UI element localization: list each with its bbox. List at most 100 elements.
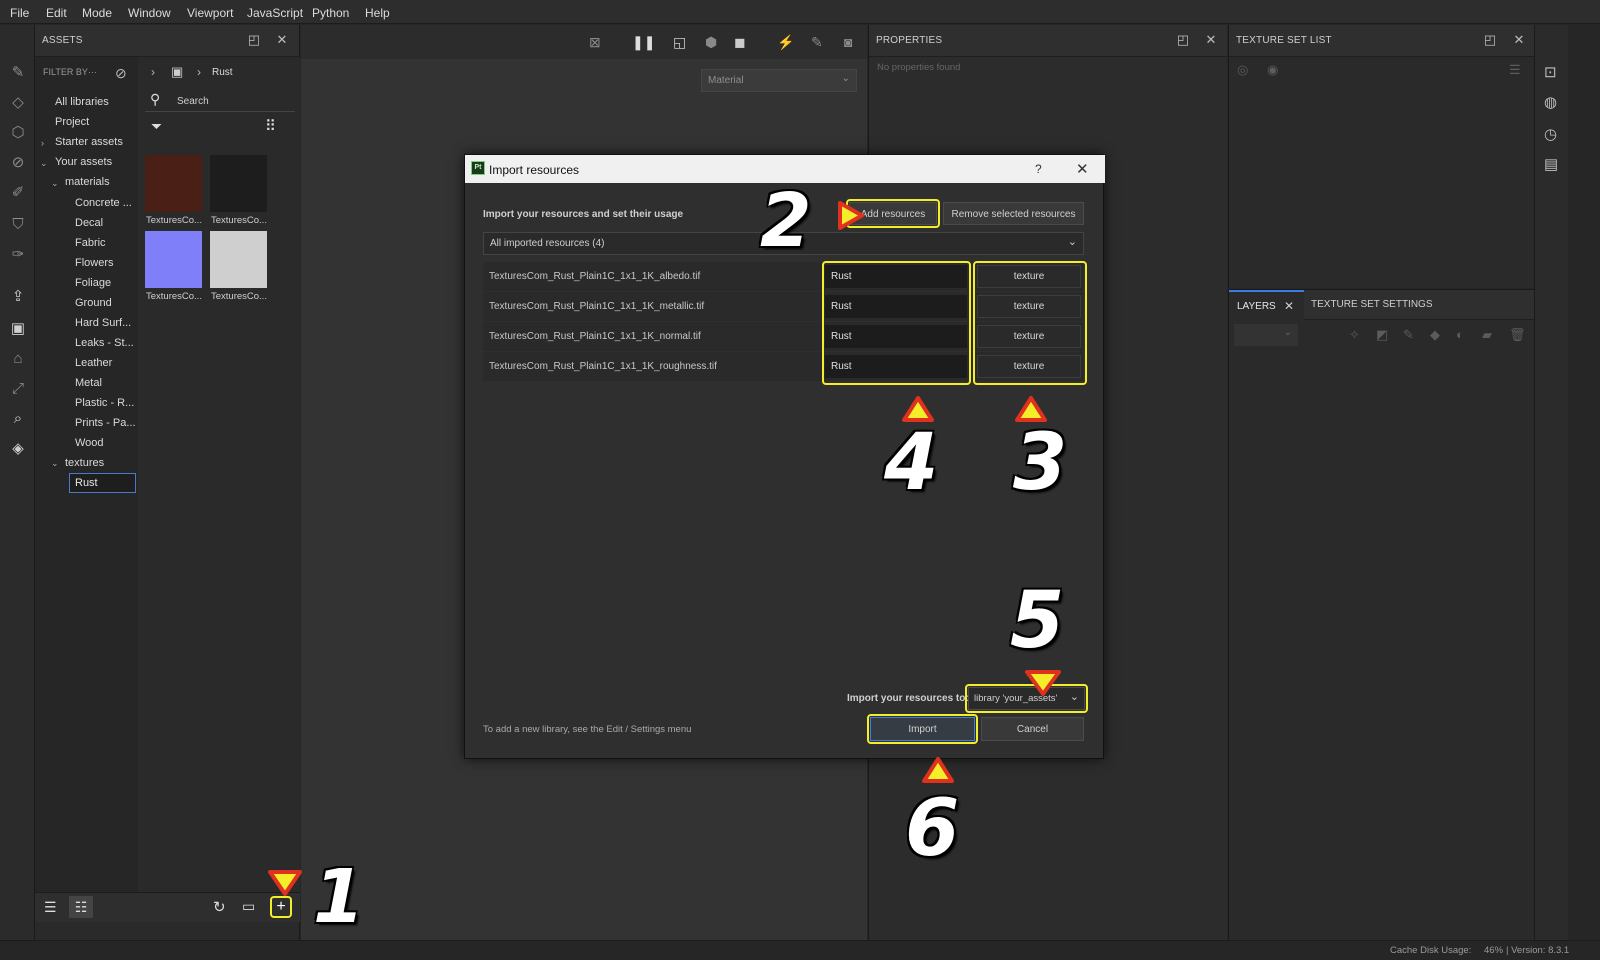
picker-icon[interactable]: ✑ <box>8 245 28 265</box>
chevron-down-icon[interactable]: ⌄ <box>51 458 59 469</box>
tree-all-libraries[interactable]: All libraries <box>55 96 109 108</box>
thumbnail-roughness[interactable] <box>210 231 267 288</box>
tree-textures[interactable]: textures <box>65 457 104 469</box>
paint-brush-icon[interactable]: ✎ <box>8 63 28 83</box>
tree-material-item[interactable]: Hard Surf... <box>75 317 131 329</box>
chevron-right-icon[interactable]: › <box>41 138 44 148</box>
tree-material-item[interactable]: Foliage <box>75 277 111 289</box>
help-button[interactable]: ? <box>1035 162 1042 176</box>
folder-icon[interactable]: ▣ <box>171 64 183 80</box>
close-icon[interactable]: ✕ <box>275 33 289 47</box>
close-icon[interactable]: ✕ <box>1076 160 1089 178</box>
menu-help[interactable]: Help <box>365 6 390 20</box>
trash-icon[interactable]: 🗑 <box>1509 327 1526 343</box>
tree-material-item[interactable]: Decal <box>75 217 103 229</box>
filter-label[interactable]: FILTER BY··· <box>43 67 97 77</box>
chevron-right-icon[interactable]: › <box>151 65 155 79</box>
import-plus-icon[interactable]: + <box>270 896 292 918</box>
tree-material-item[interactable]: Wood <box>75 437 104 449</box>
undock-icon[interactable]: ◰ <box>1176 33 1190 47</box>
tree-material-item[interactable]: Flowers <box>75 257 114 269</box>
symmetry-icon[interactable]: ⚡ <box>777 34 794 51</box>
breadcrumb-current[interactable]: Rust <box>212 67 233 78</box>
eye-icon[interactable]: ◉ <box>1267 62 1278 78</box>
log-icon[interactable]: ▤ <box>1544 155 1558 173</box>
channel-select[interactable]: ⌄ <box>1234 324 1298 346</box>
chevron-down-icon[interactable]: ⌄ <box>40 158 48 169</box>
brush-icon[interactable]: ✎ <box>811 34 823 51</box>
screenshot-icon[interactable]: ◙ <box>844 34 852 50</box>
undock-icon[interactable]: ◰ <box>247 33 261 47</box>
menu-javascript[interactable]: JavaScript <box>247 6 303 20</box>
tree-material-item[interactable]: Ground <box>75 297 112 309</box>
tree-starter-assets[interactable]: Starter assets <box>55 136 123 148</box>
search-asset-icon[interactable]: ⌕ <box>8 409 28 429</box>
menu-edit[interactable]: Edit <box>46 6 67 20</box>
camera-icon[interactable]: ◼ <box>734 34 746 51</box>
library-icon[interactable]: ◈ <box>8 439 28 459</box>
tree-project[interactable]: Project <box>55 116 89 128</box>
cancel-button[interactable]: Cancel <box>981 717 1084 741</box>
menu-viewport[interactable]: Viewport <box>187 6 233 20</box>
transform-icon[interactable]: ⤢ <box>8 379 28 399</box>
cube-icon[interactable]: ⬢ <box>705 34 717 51</box>
refresh-icon[interactable]: ↻ <box>213 898 226 916</box>
fill-layer-icon[interactable]: ◆ <box>1430 327 1440 343</box>
tree-material-item[interactable]: Metal <box>75 377 102 389</box>
tree-material-item[interactable]: Concrete ... <box>75 197 132 209</box>
hide-selection-icon[interactable]: ⊠ <box>589 34 601 51</box>
undock-icon[interactable]: ◰ <box>1483 33 1497 47</box>
close-icon[interactable]: ✕ <box>1284 299 1294 313</box>
view-mode-icon[interactable]: ◱ <box>673 34 686 51</box>
paint-layer-icon[interactable]: ✎ <box>1403 327 1414 343</box>
thumbnail-normal[interactable] <box>145 231 202 288</box>
shader-settings-icon[interactable]: ◍ <box>1544 93 1557 111</box>
tree-material-item[interactable]: Fabric <box>75 237 106 249</box>
geometry-mask-icon[interactable]: ⊘ <box>8 153 28 173</box>
rename-field[interactable]: Rust <box>69 473 136 493</box>
tab-layers[interactable]: LAYERS ✕ <box>1229 290 1304 320</box>
clone-stamp-icon[interactable]: ⛉ <box>8 215 28 235</box>
shelf-icon[interactable]: ⌂ <box>8 349 28 369</box>
version-label: | Version: 8.3.1 <box>1506 945 1570 956</box>
menu-file[interactable]: File <box>10 6 29 20</box>
tree-material-item[interactable]: Leather <box>75 357 112 369</box>
list-view-icon[interactable]: ☰ <box>44 899 57 916</box>
export-icon[interactable]: ⇪ <box>8 287 28 307</box>
thumbnail-metallic[interactable] <box>210 155 267 212</box>
display-settings-icon[interactable]: ⊡ <box>1544 63 1557 81</box>
tree-material-item[interactable]: Plastic - R... <box>75 397 134 409</box>
chevron-down-icon[interactable]: ⌄ <box>51 178 59 189</box>
tab-texture-set-settings[interactable]: TEXTURE SET SETTINGS <box>1311 299 1433 310</box>
menu-list-icon[interactable]: ☰ <box>1509 62 1521 78</box>
effect-icon[interactable]: ✧ <box>1349 327 1360 343</box>
material-select[interactable]: Material ⌄ <box>701 69 857 92</box>
smudge-icon[interactable]: ✐ <box>8 183 28 203</box>
folder-icon[interactable]: ▰ <box>1482 327 1492 343</box>
eraser-icon[interactable]: ◇ <box>8 93 28 113</box>
thumbnail-albedo[interactable] <box>145 155 202 212</box>
tree-your-assets[interactable]: Your assets <box>55 156 112 168</box>
tree-materials[interactable]: materials <box>65 176 110 188</box>
remove-selected-button[interactable]: Remove selected resources <box>943 202 1084 225</box>
history-icon[interactable]: ◷ <box>1544 125 1557 143</box>
tree-material-item[interactable]: Prints - Pa... <box>75 417 136 429</box>
new-folder-icon[interactable]: ▭ <box>242 898 255 915</box>
smart-material-icon[interactable]: ◐ <box>1456 327 1464 342</box>
close-icon[interactable]: ✕ <box>1204 33 1218 47</box>
filter-icon[interactable]: ⏷ <box>151 118 162 135</box>
pause-icon[interactable]: ❚❚ <box>632 34 655 51</box>
menu-window[interactable]: Window <box>128 6 171 20</box>
tree-material-item[interactable]: Leaks - St... <box>75 337 134 349</box>
bake-icon[interactable]: ▣ <box>8 319 28 339</box>
menu-mode[interactable]: Mode <box>82 6 112 20</box>
grid-view-icon[interactable]: ⠿ <box>265 117 276 135</box>
hide-filter-icon[interactable]: ⊘ <box>115 65 127 82</box>
search-input[interactable]: Search <box>177 96 209 107</box>
close-icon[interactable]: ✕ <box>1512 33 1526 47</box>
tree-view-icon[interactable]: ☷ <box>69 896 93 918</box>
mask-icon[interactable]: ◩ <box>1376 327 1388 343</box>
projection-icon[interactable]: ⬡ <box>8 123 28 143</box>
hide-eye-icon[interactable]: ◎ <box>1237 62 1248 78</box>
menu-python[interactable]: Python <box>312 6 349 20</box>
